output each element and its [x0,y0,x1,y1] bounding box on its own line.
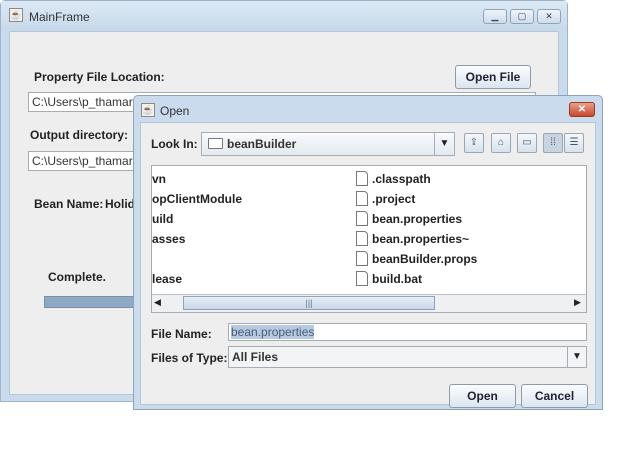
folder-list-item[interactable]: uild [152,209,242,229]
java-icon: ☕ [141,103,155,117]
folder-list-item[interactable]: asses [152,229,242,249]
details-view-icon[interactable]: ☰ [564,133,584,153]
open-button[interactable]: Open [449,384,516,408]
open-dialog: ☕ Open ✕ Look In: beanBuilder ▼ ⇪ ⌂ ▭ ⁞⁞… [133,95,603,410]
list-view-icon[interactable]: ⁞⁞ [543,133,563,153]
window-title: MainFrame [29,10,90,24]
file-icon [356,211,368,226]
home-icon[interactable]: ⌂ [491,133,511,153]
scroll-left-icon[interactable]: ◀ [154,297,161,308]
file-list-item[interactable]: bean.properties [356,209,477,229]
file-icon [356,191,368,206]
file-icon [356,231,368,246]
dialog-content: Look In: beanBuilder ▼ ⇪ ⌂ ▭ ⁞⁞ ☰ vn opCl… [140,122,596,408]
file-name-input[interactable]: bean.properties [228,323,587,341]
folder-list-item[interactable]: vn [152,169,242,189]
property-file-label: Property File Location: [34,70,165,84]
horizontal-scrollbar[interactable]: ◀ ||| ▶ [152,294,586,312]
main-frame-title-bar[interactable]: ☕ MainFrame ▁ ▢ ✕ [1,1,567,31]
open-file-button[interactable]: Open File [455,65,531,89]
java-icon: ☕ [9,8,23,22]
chevron-down-icon[interactable]: ▼ [567,347,586,367]
cancel-button[interactable]: Cancel [521,384,588,408]
status-text: Complete. [48,270,107,284]
look-in-label: Look In: [151,137,198,151]
up-one-level-icon[interactable]: ⇪ [464,133,484,153]
file-type-combo[interactable]: All Files [228,346,587,368]
bean-name-label: Bean Name: [34,197,104,211]
file-list-item[interactable]: .classpath [356,169,477,189]
dialog-title: Open [160,104,190,118]
folder-list-item[interactable] [152,249,242,269]
file-list-item[interactable]: bean.properties~ [356,229,477,249]
dialog-close-button[interactable]: ✕ [569,102,595,117]
file-type-label: Files of Type: [151,351,228,365]
close-button[interactable]: ✕ [537,9,561,24]
file-name-label: File Name: [151,327,212,341]
folder-list-item[interactable]: opClientModule [152,189,242,209]
file-list-item[interactable]: beanBuilder.props [356,249,477,269]
folder-list-item[interactable]: lease [152,269,242,289]
file-icon [356,251,368,266]
new-folder-icon[interactable]: ▭ [517,133,537,153]
file-list[interactable]: vn opClientModule uild asses lease .classpat… [151,165,587,313]
file-icon [356,271,368,286]
minimize-button[interactable]: ▁ [483,9,507,24]
output-dir-label: Output directory: [30,128,128,142]
maximize-button[interactable]: ▢ [510,9,534,24]
chevron-down-icon[interactable]: ▼ [434,133,454,155]
file-icon [356,171,368,186]
scroll-right-icon[interactable]: ▶ [574,297,581,308]
folder-icon [208,138,223,149]
file-list-item[interactable]: .project [356,189,477,209]
look-in-combo[interactable]: beanBuilder [201,132,455,156]
file-list-item[interactable]: build.bat [356,269,477,289]
scrollbar-thumb[interactable]: ||| [183,296,435,310]
